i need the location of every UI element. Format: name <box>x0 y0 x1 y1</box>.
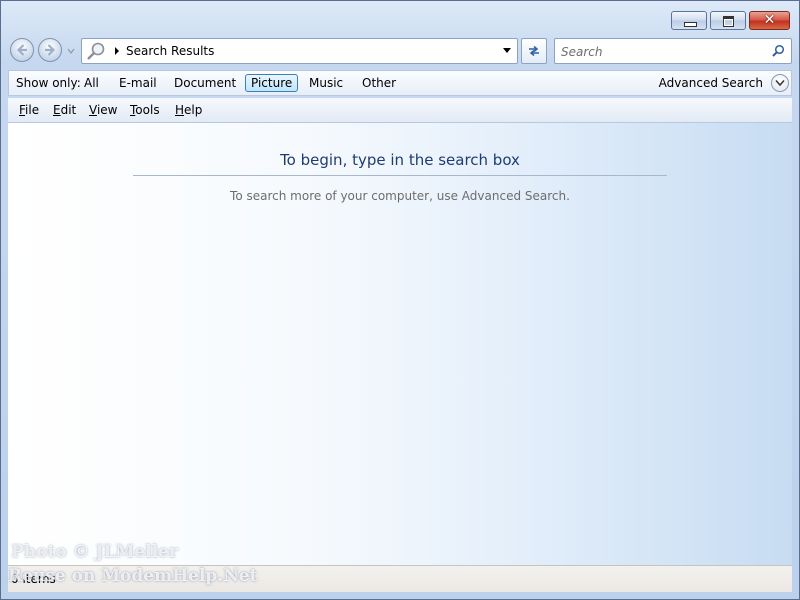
filter-all[interactable]: All <box>79 74 104 92</box>
advanced-search-expand-button[interactable] <box>771 74 789 92</box>
menu-view[interactable]: View <box>89 103 117 117</box>
menu-view-accel: V <box>89 103 97 117</box>
menu-help[interactable]: Help <box>175 103 202 117</box>
results-pane[interactable]: To begin, type in the search box To sear… <box>8 123 792 566</box>
status-bar: 0 items Reuse on ModemHelp.Net <box>8 565 792 592</box>
search-input[interactable] <box>559 42 763 62</box>
menu-tools-label: ools <box>135 103 160 117</box>
empty-results-heading: To begin, type in the search box <box>133 151 667 176</box>
advanced-search-link[interactable]: Advanced Search <box>659 76 763 90</box>
search-icon[interactable] <box>771 44 785 58</box>
menu-tools[interactable]: Tools <box>130 103 160 117</box>
watermark-line-2: Reuse on ModemHelp.Net <box>8 566 258 586</box>
menu-edit-accel: E <box>53 103 61 117</box>
back-arrow-icon <box>16 44 27 56</box>
watermark-line-1: Photo © JLMeller <box>11 542 178 562</box>
search-box[interactable] <box>554 38 792 64</box>
search-window: ✕ Search Results Search Show only: All E… <box>0 0 800 600</box>
menu-edit-label: dit <box>60 103 77 117</box>
caption-buttons: ✕ <box>671 11 790 30</box>
search-location-icon <box>87 42 105 60</box>
back-button[interactable] <box>10 38 34 62</box>
show-only-label: Show only: <box>16 76 81 90</box>
forward-button[interactable] <box>38 38 62 62</box>
show-only-filter-bar: Show only: All E-mail Document Picture M… <box>8 70 792 96</box>
address-bar[interactable]: Search Results <box>81 38 518 64</box>
refresh-button[interactable] <box>521 38 547 64</box>
navigation-bar: Search Results <box>10 37 792 65</box>
empty-results-hint: To search more of your computer, use Adv… <box>230 189 570 203</box>
address-text: Search Results <box>126 44 215 58</box>
address-dropdown-icon[interactable] <box>503 48 511 54</box>
forward-arrow-icon <box>45 44 56 56</box>
recent-pages-chevron-icon[interactable] <box>66 46 76 56</box>
refresh-icon <box>529 45 539 57</box>
minimize-icon <box>684 22 697 27</box>
filter-email[interactable]: E-mail <box>114 74 162 92</box>
filter-picture[interactable]: Picture <box>245 74 299 92</box>
breadcrumb-arrow-icon[interactable] <box>114 47 120 55</box>
menu-file[interactable]: File <box>19 103 39 117</box>
close-button[interactable]: ✕ <box>749 11 790 30</box>
minimize-button[interactable] <box>671 11 707 30</box>
maximize-icon <box>723 16 734 27</box>
chevron-down-icon <box>775 79 785 87</box>
menu-bar: File Edit View Tools Help <box>8 98 792 123</box>
nav-buttons <box>10 38 78 64</box>
menu-help-accel: H <box>175 103 185 117</box>
menu-edit[interactable]: Edit <box>53 103 76 117</box>
close-icon: ✕ <box>763 12 776 28</box>
menu-help-label: elp <box>184 103 203 117</box>
filter-other[interactable]: Other <box>357 74 401 92</box>
menu-view-label: iew <box>96 103 118 117</box>
maximize-button[interactable] <box>710 11 746 30</box>
menu-file-label: ile <box>25 103 40 117</box>
filter-document[interactable]: Document <box>169 74 241 92</box>
filter-music[interactable]: Music <box>304 74 348 92</box>
